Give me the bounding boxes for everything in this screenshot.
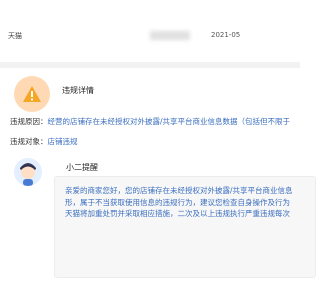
violation-object-value: 店铺违规 <box>47 137 78 146</box>
message-text: 亲爱的商家您好，您的店铺存在未经授权对外披露/共享平台商业信息 形，属于不当获取… <box>65 185 317 220</box>
violation-reason-label: 违规原因： <box>10 117 48 126</box>
violation-detail-panel: 违规详情 违规原因：经营的店铺存在未经授权对外披露/共享平台商业信息数据（包括但… <box>0 68 316 300</box>
violation-reason-row: 违规原因：经营的店铺存在未经授权对外披露/共享平台商业信息数据（包括但不限于 <box>10 116 300 127</box>
source-label: 天猫 <box>8 32 22 40</box>
message-line: 天猫将加重处罚并采取相应措施，二次及以上违规执行严重违规每次 <box>65 209 290 218</box>
message-block: 小二提醒 亲爱的商家您好，您的店铺存在未经授权对外披露/共享平台商业信息 形，属… <box>14 158 316 288</box>
warning-icon <box>23 86 41 102</box>
message-bubble: 亲爱的商家您好，您的店铺存在未经授权对外披露/共享平台商业信息 形，属于不当获取… <box>54 176 316 278</box>
message-line: 亲爱的商家您好，您的店铺存在未经授权对外披露/共享平台商业信息 <box>65 186 293 195</box>
sender-name: 小二提醒 <box>66 163 98 172</box>
violation-object-label: 违规对象： <box>10 137 48 146</box>
redacted-text <box>150 31 190 40</box>
violation-reason-value: 经营的店铺存在未经授权对外披露/共享平台商业信息数据（包括但不限于 <box>47 117 291 126</box>
violation-object-row: 违规对象：店铺违规 <box>10 136 300 147</box>
warning-badge <box>14 76 50 112</box>
notice-title: 违规详情 <box>62 86 94 95</box>
message-line: 形，属于不当获取使用信息的违规行为，建议您检查自身操作及行为 <box>65 197 290 207</box>
top-bar: 天猫 2021-05 <box>0 0 300 62</box>
date-label: 2021-05 <box>211 31 241 39</box>
assistant-avatar-icon <box>14 158 42 186</box>
avatar <box>14 158 42 186</box>
